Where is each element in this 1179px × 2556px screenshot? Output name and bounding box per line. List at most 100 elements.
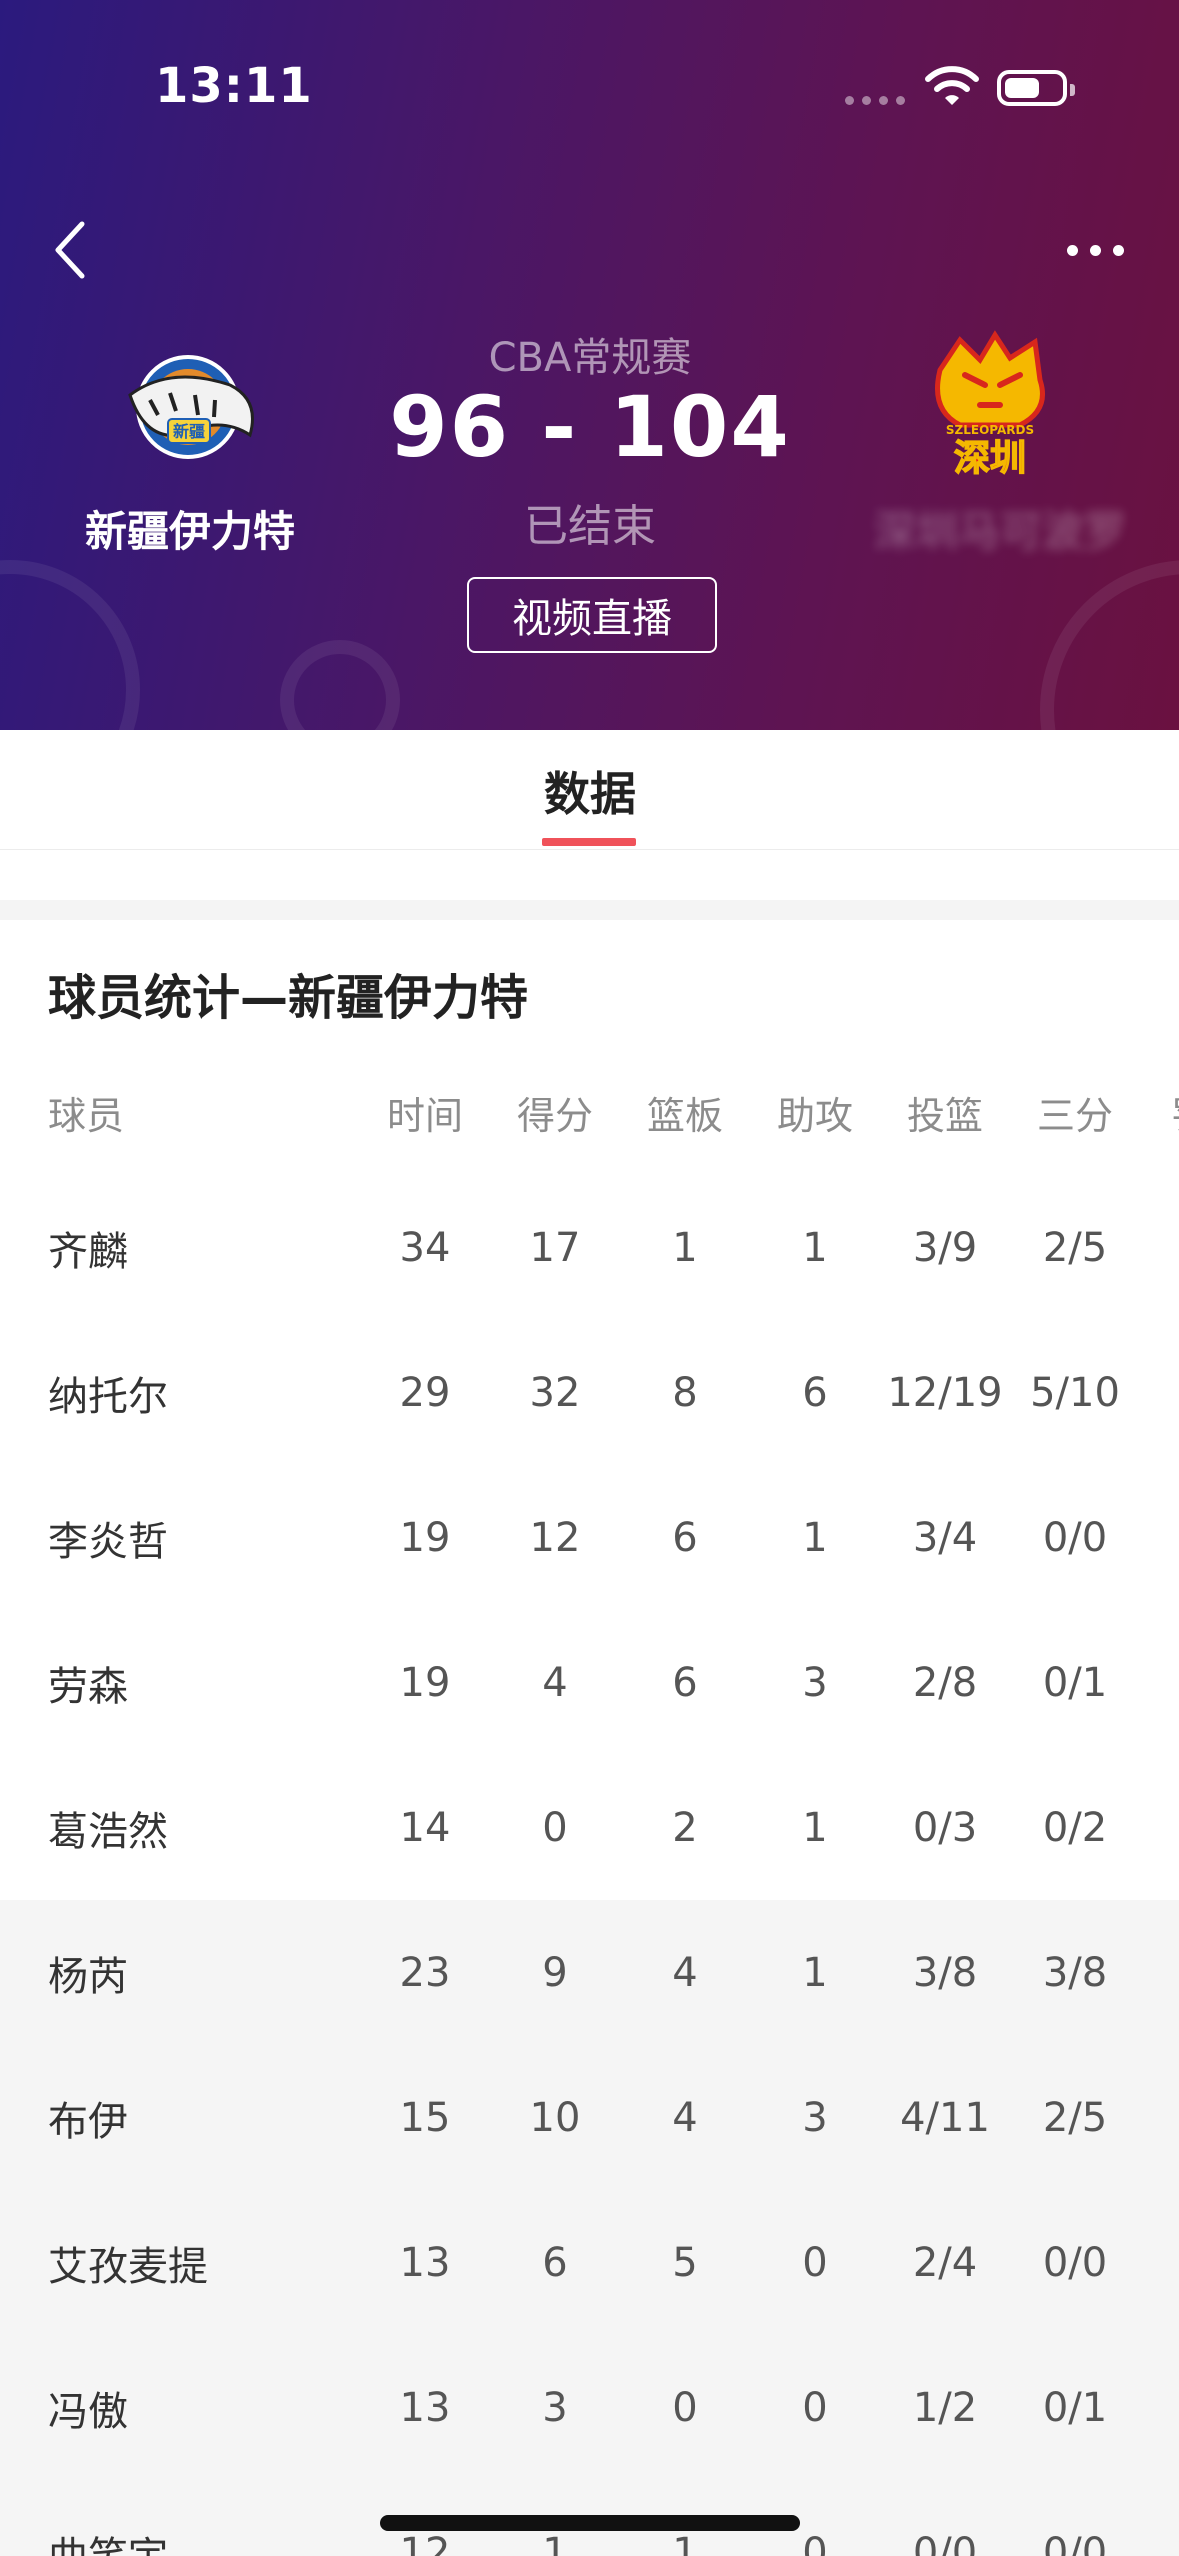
table-row[interactable]: 李炎哲 19 12 6 1 3/4 0/0 6 — [0, 1465, 1179, 1610]
stat-cell: 0/0 — [912, 2529, 978, 2556]
stat-cell: 12/19 — [887, 1369, 1003, 1416]
table-header-row: 球员 时间 得分 篮板 助攻 投篮 三分罚 — [0, 1050, 1179, 1175]
stat-cell: 3 — [1130, 1320, 1179, 1465]
match-score: 96 - 104 — [389, 378, 791, 476]
stat-cell: 3 — [802, 1659, 828, 1706]
player-name[interactable]: 齐麟 — [48, 1175, 328, 1320]
home-indicator — [380, 2515, 800, 2531]
league-label: CBA常规赛 — [488, 335, 692, 381]
stat-cell: 0 — [1130, 1610, 1179, 1755]
away-logo-subtext: SZLEOPARDS — [946, 423, 1034, 437]
more-dot-icon — [1066, 244, 1078, 256]
column-header: 篮板 — [646, 1094, 723, 1138]
player-name[interactable]: 冯傲 — [48, 2335, 328, 2480]
stat-cell: 2/5 — [1042, 2094, 1108, 2141]
stat-cell: 0/3 — [912, 1804, 978, 1851]
stat-cell: 2/4 — [912, 2239, 978, 2286]
table-row[interactable]: 葛浩然 14 0 2 1 0/3 0/2 0 — [0, 1755, 1179, 1900]
player-name[interactable]: 劳森 — [48, 1610, 328, 1755]
more-options-button[interactable] — [1050, 225, 1140, 275]
player-name[interactable]: 布伊 — [48, 2045, 328, 2190]
stat-cell: 0 — [672, 2384, 698, 2431]
player-name[interactable]: 李炎哲 — [48, 1465, 328, 1610]
home-team-name[interactable]: 新疆伊力特 — [40, 498, 340, 559]
stat-cell: 2 — [672, 1804, 698, 1851]
stat-cell: 10 — [529, 2094, 581, 2141]
column-header: 投篮 — [906, 1094, 983, 1138]
player-name[interactable]: 纳托尔 — [48, 1320, 328, 1465]
stat-cell: 1/2 — [912, 2384, 978, 2431]
stat-cell: 3/8 — [1042, 1949, 1108, 1996]
column-header: 罚 — [1130, 1050, 1179, 1175]
stat-cell: 8 — [672, 1369, 698, 1416]
stat-cell: 0/0 — [1042, 2239, 1108, 2286]
table-row[interactable]: 纳托尔 29 32 8 6 12/19 5/103 — [0, 1320, 1179, 1465]
stat-cell: 4 — [672, 1949, 698, 1996]
stat-cell: 0 — [802, 2384, 828, 2431]
stat-cell: 13 — [399, 2239, 451, 2286]
player-name[interactable]: 艾孜麦提 — [48, 2190, 328, 2335]
stat-cell: 17 — [529, 1224, 581, 1271]
status-time: 13:11 — [155, 58, 313, 114]
table-row[interactable]: 艾孜麦提 13 6 5 0 2/4 0/0 2 — [0, 2190, 1179, 2335]
table-row[interactable]: 齐麟 34 17 1 1 3/9 2/5 9 — [0, 1175, 1179, 1320]
stat-cell: 1 — [802, 1804, 828, 1851]
away-logo-text: 深圳 — [954, 438, 1026, 479]
away-team-name[interactable]: 深圳马可波罗 — [850, 498, 1150, 559]
stat-cell: 3/8 — [912, 1949, 978, 1996]
player-name[interactable]: 曲笑宇 — [48, 2480, 328, 2556]
stat-cell: 14 — [399, 1804, 451, 1851]
table-row[interactable]: 杨芮 23 9 4 1 3/8 3/8 0 — [0, 1900, 1179, 2045]
stat-cell: 2 — [1130, 2190, 1179, 2335]
stat-cell: 0/1 — [1042, 2384, 1108, 2431]
battery-icon — [997, 70, 1075, 106]
stat-cell: 3 — [802, 2094, 828, 2141]
stat-cell: 5 — [672, 2239, 698, 2286]
match-header: 13:11 新疆 新疆伊力特 CBA常规赛 96 - 104 已结束 视频直播 — [0, 0, 1179, 730]
column-header: 时间 — [386, 1094, 463, 1138]
stat-cell: 19 — [399, 1659, 451, 1706]
table-row[interactable]: 布伊 15 10 4 3 4/11 2/5 0 — [0, 2045, 1179, 2190]
column-header: 得分 — [516, 1094, 593, 1138]
stat-cell: 9 — [1130, 1175, 1179, 1320]
stat-cell: 15 — [399, 2094, 451, 2141]
wifi-icon — [925, 66, 979, 105]
stat-cell: 19 — [399, 1514, 451, 1561]
home-team-logo[interactable]: 新疆 — [110, 345, 270, 470]
stat-cell: 32 — [529, 1369, 581, 1416]
stat-cell: 0/2 — [1042, 1804, 1108, 1851]
stat-cell: 2/8 — [912, 1659, 978, 1706]
stat-cell: 1 — [802, 1224, 828, 1271]
player-name[interactable]: 杨芮 — [48, 1900, 328, 2045]
stat-cell: 12 — [529, 1514, 581, 1561]
stat-cell: 0 — [1130, 1755, 1179, 1900]
decorative-circle — [1040, 560, 1179, 730]
stat-cell: 4/11 — [900, 2094, 990, 2141]
match-status: 已结束 — [524, 501, 656, 552]
table-row[interactable]: 冯傲 13 3 0 0 1/2 0/1 1 — [0, 2335, 1179, 2480]
stat-cell: 0/1 — [1042, 1659, 1108, 1706]
decorative-circle — [0, 560, 140, 730]
stat-cell: 0 — [1130, 1900, 1179, 2045]
away-team-logo[interactable]: SZLEOPARDS 深圳 — [920, 330, 1060, 480]
more-dot-icon — [1089, 244, 1101, 256]
section-title: 球员统计—新疆伊力特 — [48, 970, 529, 1026]
video-live-button[interactable]: 视频直播 — [467, 577, 717, 653]
tab-data[interactable]: 数据 — [520, 758, 660, 824]
stat-cell: 0 — [802, 2239, 828, 2286]
player-name[interactable]: 葛浩然 — [48, 1755, 328, 1900]
back-button[interactable] — [40, 210, 100, 290]
stat-cell: 3/4 — [912, 1514, 978, 1561]
section-divider — [0, 900, 1179, 920]
stat-cell: 1 — [1130, 2480, 1179, 2556]
stat-cell: 1 — [1130, 2335, 1179, 2480]
home-logo-text: 新疆 — [173, 422, 205, 441]
stat-cell: 0 — [1130, 2045, 1179, 2190]
table-row[interactable]: 劳森 19 4 6 3 2/8 0/1 0 — [0, 1610, 1179, 1755]
stat-cell: 1 — [802, 1949, 828, 1996]
stat-cell: 6 — [1130, 1465, 1179, 1610]
stat-cell: 4 — [672, 2094, 698, 2141]
active-tab-indicator — [542, 838, 636, 846]
stat-cell: 0/0 — [1042, 2529, 1108, 2556]
stat-cell: 5/10 — [1030, 1369, 1120, 1416]
